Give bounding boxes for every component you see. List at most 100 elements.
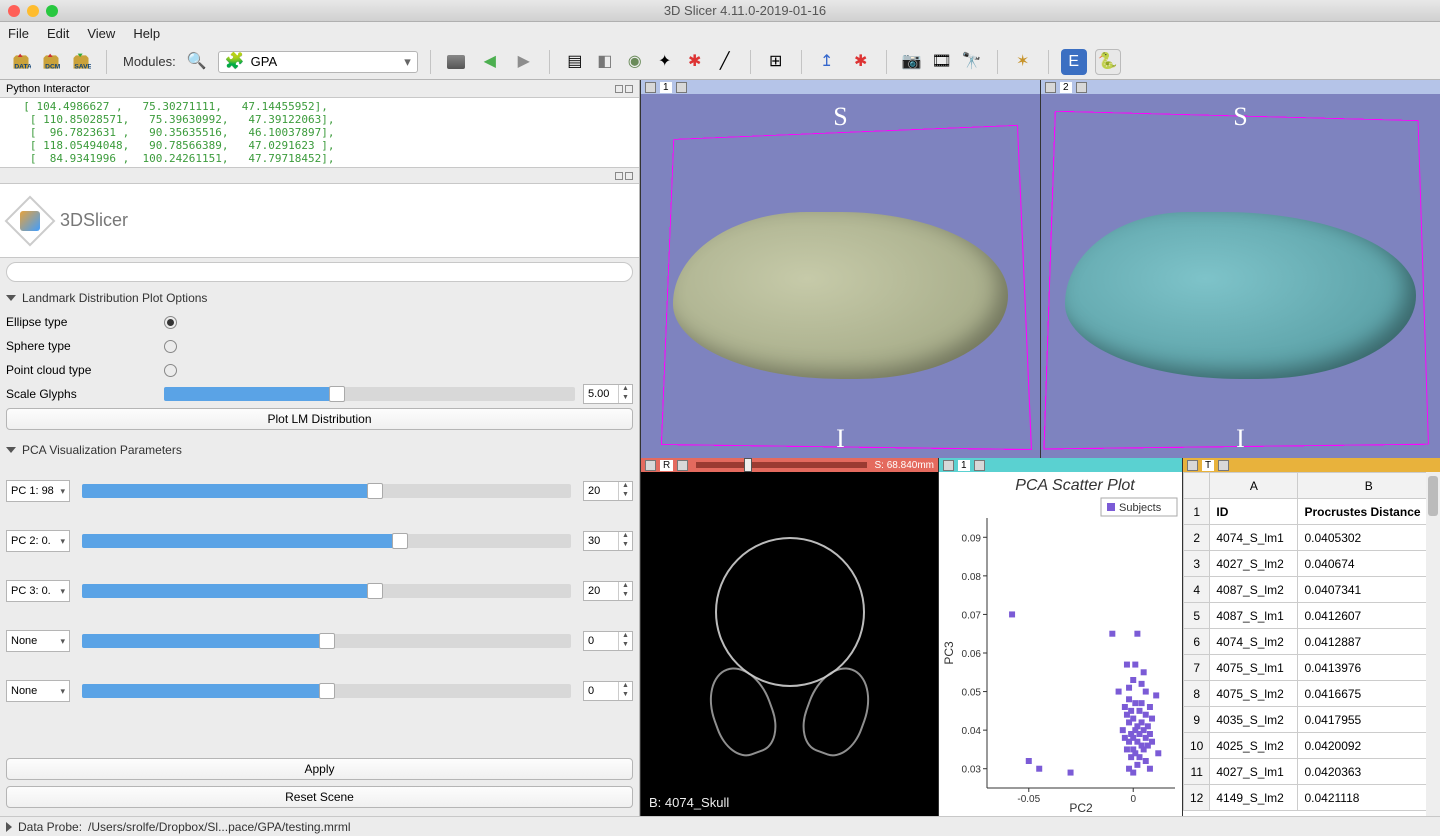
markups-fiducial-icon[interactable]: ✱: [682, 49, 708, 75]
maximize-window-button[interactable]: [46, 5, 58, 17]
row-number[interactable]: 8: [1184, 681, 1210, 707]
view-controls-icon[interactable]: [1076, 82, 1087, 93]
cell-dist[interactable]: 0.0421118: [1298, 785, 1440, 811]
pointcloud-radio[interactable]: [164, 364, 177, 377]
cell-id[interactable]: 4035_S_lm2: [1210, 707, 1298, 733]
pin-icon[interactable]: [645, 82, 656, 93]
pc-spinbox[interactable]: ▲▼: [583, 531, 633, 551]
pc-combo[interactable]: PC 3: 0.▾: [6, 580, 70, 602]
pc-slider[interactable]: [82, 584, 571, 598]
pc-slider[interactable]: [82, 634, 571, 648]
3d-view-2[interactable]: 2 S I: [1040, 80, 1440, 458]
row-number[interactable]: 12: [1184, 785, 1210, 811]
table-row[interactable]: 74075_S_lm10.0413976: [1184, 655, 1440, 681]
table-row[interactable]: 104025_S_lm20.0420092: [1184, 733, 1440, 759]
row-number[interactable]: 7: [1184, 655, 1210, 681]
pc-spinbox[interactable]: ▲▼: [583, 681, 633, 701]
extension-manager-icon[interactable]: E: [1061, 49, 1087, 75]
pc-value[interactable]: [584, 532, 618, 550]
python-interactor-output[interactable]: [ 104.4986627 , 75.30271111, 47.14455952…: [0, 98, 639, 168]
row-number[interactable]: 10: [1184, 733, 1210, 759]
cell-id[interactable]: 4027_S_lm1: [1210, 759, 1298, 785]
menu-view[interactable]: View: [87, 26, 115, 41]
pc-value[interactable]: [584, 682, 618, 700]
table-view[interactable]: T A B 1 ID Procrustes Distance: [1182, 458, 1440, 816]
pc-spinbox[interactable]: ▲▼: [583, 481, 633, 501]
row-number[interactable]: 3: [1184, 551, 1210, 577]
table-row[interactable]: 24074_S_lm10.0405302: [1184, 525, 1440, 551]
section-landmark-options[interactable]: Landmark Distribution Plot Options: [6, 288, 633, 308]
cell-id[interactable]: 4075_S_lm2: [1210, 681, 1298, 707]
reset-scene-button[interactable]: Reset Scene: [6, 786, 633, 808]
dock-undock-icon[interactable]: [615, 85, 623, 93]
ruler-icon[interactable]: ╱: [712, 49, 738, 75]
table-row[interactable]: 64074_S_lm20.0412887: [1184, 629, 1440, 655]
pc-spinbox[interactable]: ▲▼: [583, 581, 633, 601]
slice-view-red[interactable]: R S: 68.840mm B: 4074_Skull: [640, 458, 938, 816]
load-data-icon[interactable]: DATA: [8, 49, 34, 75]
close-panel-icon[interactable]: [625, 172, 633, 180]
cell-id[interactable]: 4087_S_lm2: [1210, 577, 1298, 603]
load-dicom-icon[interactable]: DCM: [38, 49, 64, 75]
minimize-window-button[interactable]: [27, 5, 39, 17]
collapsed-section[interactable]: [6, 262, 633, 282]
scale-glyphs-value[interactable]: [584, 385, 618, 403]
slice-controls-icon[interactable]: [677, 460, 688, 471]
table-row[interactable]: 114027_S_lm10.0420363: [1184, 759, 1440, 785]
row-number[interactable]: 9: [1184, 707, 1210, 733]
module-history-icon[interactable]: [443, 49, 469, 75]
pc-combo[interactable]: None▾: [6, 630, 70, 652]
menu-edit[interactable]: Edit: [47, 26, 69, 41]
pc-spinbox[interactable]: ▲▼: [583, 631, 633, 651]
pc-value[interactable]: [584, 632, 618, 650]
close-panel-icon[interactable]: [625, 85, 633, 93]
table-row[interactable]: 54087_S_lm10.0412607: [1184, 603, 1440, 629]
apply-button[interactable]: Apply: [6, 758, 633, 780]
section-pca-params[interactable]: PCA Visualization Parameters: [6, 440, 633, 460]
pc-slider[interactable]: [82, 534, 571, 548]
cell-id[interactable]: 4025_S_lm2: [1210, 733, 1298, 759]
ellipse-radio[interactable]: [164, 316, 177, 329]
layout-icon[interactable]: ▤: [562, 49, 588, 75]
dock-undock-icon[interactable]: [615, 172, 623, 180]
pin-icon[interactable]: [1045, 82, 1056, 93]
cell-dist[interactable]: 0.0416675: [1298, 681, 1440, 707]
table-scrollbar[interactable]: [1426, 472, 1440, 816]
python-console-icon[interactable]: 🐍: [1095, 49, 1121, 75]
screenshot-icon[interactable]: 📷: [899, 49, 925, 75]
cell-dist[interactable]: 0.0405302: [1298, 525, 1440, 551]
cell-id[interactable]: 4027_S_lm2: [1210, 551, 1298, 577]
module-selector[interactable]: 🧩 GPA ▾: [218, 51, 418, 73]
cell-dist[interactable]: 0.040674: [1298, 551, 1440, 577]
pc-value[interactable]: [584, 582, 618, 600]
col-header-B[interactable]: B: [1298, 473, 1440, 499]
header-dist[interactable]: Procrustes Distance: [1298, 499, 1440, 525]
menu-file[interactable]: File: [8, 26, 29, 41]
cell-dist[interactable]: 0.0417955: [1298, 707, 1440, 733]
cell-dist[interactable]: 0.0412887: [1298, 629, 1440, 655]
pc-combo[interactable]: PC 1: 98▾: [6, 480, 70, 502]
models-icon[interactable]: ◉: [622, 49, 648, 75]
scene-view-icon[interactable]: 🎞: [929, 49, 955, 75]
close-window-button[interactable]: [8, 5, 20, 17]
cell-dist[interactable]: 0.0412607: [1298, 603, 1440, 629]
cell-dist[interactable]: 0.0420363: [1298, 759, 1440, 785]
table-controls-icon[interactable]: [1218, 460, 1229, 471]
plot-controls-icon[interactable]: [974, 460, 985, 471]
center-view-icon[interactable]: ✶: [1010, 49, 1036, 75]
row-number[interactable]: 5: [1184, 603, 1210, 629]
pin-icon[interactable]: [1187, 460, 1198, 471]
plot-lm-distribution-button[interactable]: Plot LM Distribution: [6, 408, 633, 430]
pin-icon[interactable]: [645, 460, 656, 471]
table-row[interactable]: 84075_S_lm20.0416675: [1184, 681, 1440, 707]
menu-help[interactable]: Help: [133, 26, 160, 41]
scale-glyphs-slider[interactable]: [164, 387, 575, 401]
cell-id[interactable]: 4074_S_lm2: [1210, 629, 1298, 655]
cell-id[interactable]: 4074_S_lm1: [1210, 525, 1298, 551]
annotations-icon[interactable]: ✦: [652, 49, 678, 75]
place-mode-icon[interactable]: ✱: [848, 49, 874, 75]
scale-glyphs-spinbox[interactable]: ▲▼: [583, 384, 633, 404]
row-number[interactable]: 1: [1184, 499, 1210, 525]
table-row[interactable]: 34027_S_lm20.040674: [1184, 551, 1440, 577]
screen-capture-icon[interactable]: 🔭: [959, 49, 985, 75]
